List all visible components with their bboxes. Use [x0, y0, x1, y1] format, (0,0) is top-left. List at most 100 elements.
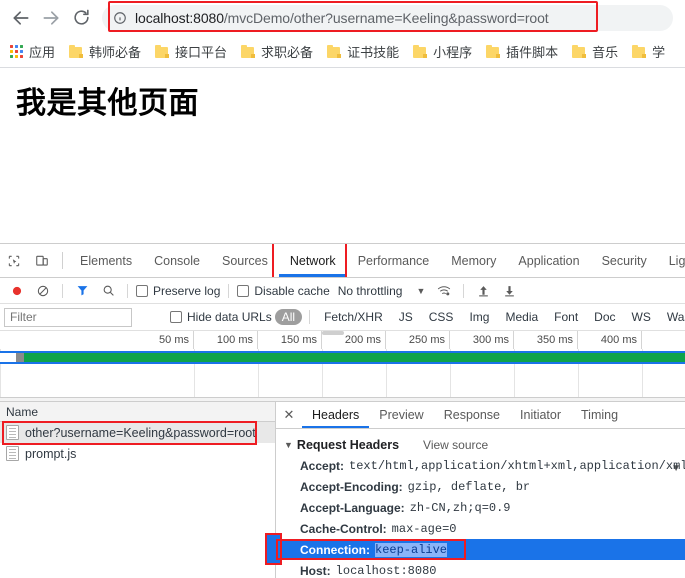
type-filter-fetch-xhr[interactable]: Fetch/XHR — [317, 309, 390, 325]
export-har-icon[interactable] — [496, 279, 522, 303]
devtools-panel: Elements Console Sources Network Perform… — [0, 243, 685, 578]
type-filter-all[interactable]: All — [274, 309, 303, 325]
type-filter-doc[interactable]: Doc — [587, 309, 622, 325]
bookmark-folder-1[interactable]: 韩师必备 — [63, 39, 147, 63]
type-filter-font[interactable]: Font — [547, 309, 585, 325]
browser-chrome: localhost:8080/mvcDemo/other?username=Ke… — [0, 0, 685, 68]
chevron-down-icon[interactable]: ▼ — [416, 286, 425, 296]
import-har-icon[interactable] — [470, 279, 496, 303]
header-row-cache-control[interactable]: Cache-Control: max-age=0 — [276, 518, 685, 539]
disable-cache-label: Disable cache — [254, 283, 330, 298]
filter-input[interactable] — [4, 307, 132, 327]
header-row-accept-language[interactable]: Accept-Language: zh-CN,zh;q=0.9 — [276, 497, 685, 518]
tab-performance[interactable]: Performance — [347, 244, 441, 277]
forward-icon[interactable] — [36, 3, 66, 33]
view-source-link[interactable]: View source — [423, 438, 488, 452]
type-filter-media[interactable]: Media — [498, 309, 545, 325]
type-filter-ws[interactable]: WS — [625, 309, 658, 325]
omnibox-container[interactable]: localhost:8080/mvcDemo/other?username=Ke… — [102, 0, 673, 32]
bookmark-apps[interactable]: 应用 — [4, 39, 61, 63]
close-icon[interactable]: ✕ — [276, 402, 302, 428]
overview-left-handle[interactable] — [0, 353, 16, 362]
type-filter-js[interactable]: JS — [392, 309, 420, 325]
header-row-accept-encoding[interactable]: Accept-Encoding: gzip, deflate, br — [276, 476, 685, 497]
checkbox-box[interactable] — [170, 311, 182, 323]
url-host: localhost:8080 — [135, 9, 224, 26]
tab-elements[interactable]: Elements — [69, 244, 143, 277]
filter-divider — [309, 310, 311, 324]
checkbox-box[interactable] — [136, 284, 148, 297]
tab-label: Sources — [221, 253, 268, 268]
record-button-icon[interactable] — [4, 279, 30, 303]
tab-lighthouse[interactable]: Lig — [658, 244, 685, 277]
throttling-dropdown[interactable]: No throttling ▼ — [338, 284, 426, 298]
header-name: Accept-Encoding: — [300, 479, 403, 494]
checkbox-box[interactable] — [237, 284, 250, 297]
header-row-host[interactable]: Host: localhost:8080 — [276, 560, 685, 578]
tab-security[interactable]: Security — [591, 244, 658, 277]
tab-preview[interactable]: Preview — [369, 402, 433, 428]
page-viewport: 我是其他页面 — [0, 68, 685, 243]
tab-label: Memory — [451, 253, 497, 268]
type-filter-css[interactable]: CSS — [422, 309, 461, 325]
tab-timing[interactable]: Timing — [571, 402, 628, 428]
search-icon[interactable] — [95, 279, 121, 303]
header-row-connection[interactable]: Connection: keep-alive — [276, 539, 685, 560]
back-icon[interactable] — [6, 3, 36, 33]
tab-initiator[interactable]: Initiator — [510, 402, 571, 428]
disclosure-triangle-icon[interactable]: ▼ — [284, 440, 293, 450]
hide-data-urls-checkbox[interactable]: Hide data URLs — [170, 310, 272, 324]
filter-funnel-icon[interactable] — [69, 279, 95, 303]
device-toolbar-icon[interactable] — [28, 244, 56, 277]
tab-headers[interactable]: Headers — [302, 402, 370, 428]
header-value: text/html,application/xhtml+xml,applicat… — [349, 458, 685, 473]
page-title: 我是其他页面 — [16, 87, 199, 120]
request-details-pane: ✕ Headers Preview Response Initiator Tim… — [265, 402, 685, 578]
ruler-tick: 50 ms — [0, 331, 194, 349]
bookmark-folder-7[interactable]: 音乐 — [566, 39, 624, 63]
folder-icon — [486, 44, 501, 58]
address-bar[interactable]: localhost:8080/mvcDemo/other?username=Ke… — [102, 4, 673, 31]
tab-memory[interactable]: Memory — [440, 244, 507, 277]
bookmark-folder-4[interactable]: 证书技能 — [321, 39, 405, 63]
inspect-element-icon[interactable] — [0, 244, 28, 277]
document-icon — [6, 446, 19, 461]
ruler-tick: 100 ms — [194, 331, 258, 349]
disable-cache-checkbox[interactable]: Disable cache — [237, 283, 330, 298]
bookmark-label: 应用 — [29, 44, 56, 60]
bookmark-folder-2[interactable]: 接口平台 — [149, 39, 233, 63]
tab-console[interactable]: Console — [143, 244, 211, 277]
bookmark-label: 学 — [652, 44, 666, 60]
tab-label: Lig — [668, 253, 685, 268]
bookmark-folder-8[interactable]: 学 — [626, 39, 671, 63]
tab-label: Timing — [581, 408, 619, 422]
request-list-header[interactable]: Name — [0, 402, 275, 422]
bookmark-folder-6[interactable]: 插件脚本 — [480, 39, 564, 63]
network-overview[interactable]: 50 ms 100 ms 150 ms 200 ms 250 ms 300 ms… — [0, 331, 685, 398]
table-row[interactable]: prompt.js — [0, 443, 275, 464]
bookmark-folder-5[interactable]: 小程序 — [407, 39, 478, 63]
bookmark-folder-3[interactable]: 求职必备 — [235, 39, 319, 63]
table-row[interactable]: other?username=Keeling&password=root — [0, 422, 275, 443]
type-filter-wasm[interactable]: Wasm — [660, 309, 685, 325]
folder-icon — [241, 44, 256, 58]
network-conditions-icon[interactable] — [431, 279, 457, 303]
tab-network[interactable]: Network — [278, 244, 347, 277]
tab-response[interactable]: Response — [434, 402, 510, 428]
tab-sources[interactable]: Sources — [211, 244, 279, 277]
request-headers-section[interactable]: ▼ Request Headers View source — [276, 435, 685, 455]
clear-icon[interactable] — [30, 279, 56, 303]
ruler-tick: 250 ms — [386, 331, 450, 349]
request-list: Name other?username=Keeling&password=roo… — [0, 402, 276, 578]
reload-icon[interactable] — [66, 3, 96, 33]
preserve-log-checkbox[interactable]: Preserve log — [136, 284, 220, 298]
overview-left-grip[interactable] — [16, 353, 24, 362]
site-info-icon[interactable] — [112, 10, 128, 26]
ruler-tick: 150 ms — [258, 331, 322, 349]
type-filter-img[interactable]: Img — [462, 309, 496, 325]
tab-label: Security — [601, 253, 647, 268]
overview-timeline-band[interactable] — [0, 351, 685, 364]
tab-application[interactable]: Application — [507, 244, 590, 277]
header-row-accept[interactable]: Accept: text/html,application/xhtml+xml,… — [276, 455, 685, 476]
scroll-position-indicator[interactable] — [267, 535, 280, 563]
